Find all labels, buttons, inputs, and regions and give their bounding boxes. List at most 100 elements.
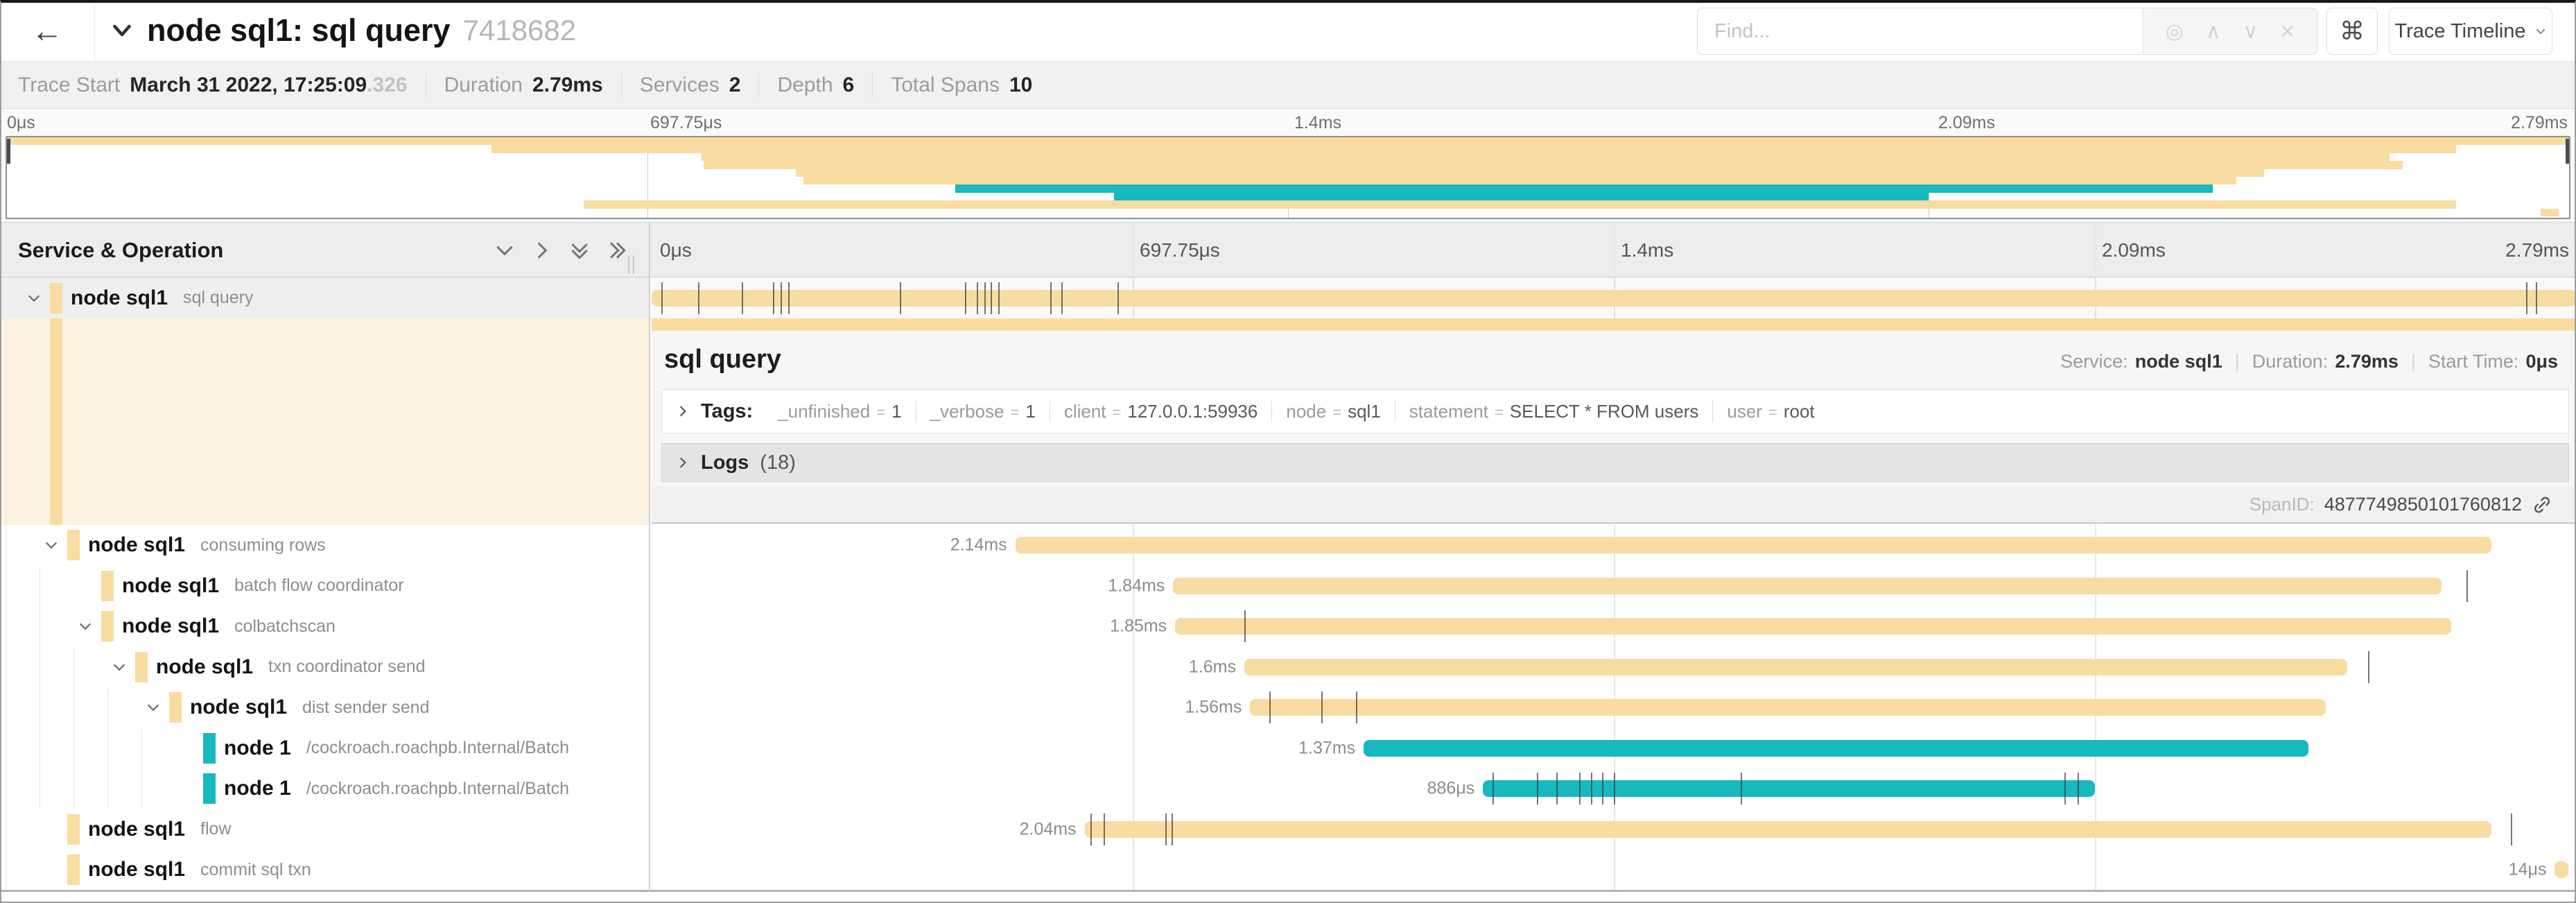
span-duration-label: 14μs [2509,860,2547,880]
find-next-icon[interactable]: ∨ [2243,19,2258,44]
span-tree-row[interactable]: node 1/cockroach.roachpb.Internal/Batch [0,768,649,809]
span-gantt-row[interactable]: 1.6ms [652,647,2576,688]
collapse-all-icon[interactable] [568,239,591,261]
span-tree-row[interactable]: node sql1colbatchscan [0,606,649,647]
trace-view-selector[interactable]: Trace Timeline [2389,8,2552,55]
span-bar[interactable] [2555,861,2568,878]
span-gantt-row[interactable] [652,277,2576,318]
span-bar[interactable] [1483,780,2095,797]
minimap-span [955,184,2213,192]
minimap-scrubber-right-handle[interactable] [2566,139,2569,164]
chevron-down-icon[interactable] [146,700,161,715]
log-marker [2536,282,2537,314]
log-marker [1741,773,1742,805]
chevron-down-icon [2534,25,2547,37]
span-bar[interactable] [1250,699,2326,716]
summary-item: Trace StartMarch 31 2022, 17:25:09.326 [18,74,408,97]
span-gantt-row[interactable]: 1.56ms [652,687,2576,728]
equals-sign: = [1332,404,1341,422]
expand-one-icon[interactable] [531,239,553,261]
span-duration-label: 1.85ms [1110,617,1167,637]
tag-key: statement [1409,401,1488,422]
span-gantt-row[interactable]: 14μs [652,850,2576,891]
span-color-bar [67,854,80,885]
span-bar[interactable] [652,290,2576,307]
span-tree-row[interactable]: node sql1flow [0,809,649,850]
span-name: node sql1sql query [71,277,253,318]
summary-value: 2.79ms [532,74,603,97]
chevron-down-icon[interactable] [26,291,42,306]
indent-guide [141,768,142,809]
back-button[interactable]: ← [0,0,95,61]
span-gantt-row[interactable]: 886μs [652,768,2576,809]
ruler-tick-label: 2.79ms [2505,223,2569,278]
log-marker [1602,773,1603,805]
summary-label: Depth [777,74,833,97]
span-tree-row[interactable]: node sql1consuming rows [0,525,649,566]
span-bar[interactable] [1016,537,2491,553]
chevron-down-icon[interactable] [112,660,127,675]
column-resizer-grip[interactable] [628,256,634,274]
match-target-icon[interactable]: ◎ [2166,19,2184,44]
span-tree-row[interactable]: node sql1txn coordinator send [0,647,649,688]
collapse-one-icon[interactable] [494,239,516,261]
panel-divider[interactable] [649,222,650,892]
span-gantt-row[interactable]: 2.14ms [652,525,2576,566]
chevron-down-icon[interactable] [78,619,93,634]
span-bar[interactable] [1173,578,2441,594]
summary-value: 2 [729,74,741,97]
span-color-bar [67,530,80,560]
span-color-bar [50,283,62,313]
span-bar[interactable] [1364,740,2308,757]
summary-item: Services2 [621,74,741,97]
log-marker [2511,814,2512,845]
summary-item: Duration2.79ms [426,74,603,97]
span-name: node sql1consuming rows [88,525,326,566]
minimap-canvas[interactable] [6,136,2570,219]
find-clear-icon[interactable]: × [2280,17,2295,46]
minimap-tick-label: 1.4ms [1294,113,1341,133]
span-bar[interactable] [1244,659,2347,676]
minimap-tick-label: 2.09ms [1938,113,1995,133]
ruler-tick-label: 697.75μs [1140,223,1220,278]
trace-collapse-chevron-icon[interactable] [110,18,134,43]
span-gantt-row[interactable]: 1.37ms [652,728,2576,769]
find-prev-icon[interactable]: ∧ [2206,19,2221,44]
tag-item: user=root [1712,401,1828,422]
find-input[interactable] [1698,8,2143,54]
summary-value: 10 [1009,74,1032,97]
tag-key: node [1286,401,1326,422]
span-duration-label: 1.56ms [1185,698,1242,718]
span-tree-row[interactable]: node 1/cockroach.roachpb.Internal/Batch [0,728,649,769]
span-gantt-row[interactable]: 1.85ms [652,606,2576,647]
chevron-down-icon[interactable] [44,538,59,553]
span-bar[interactable] [1175,618,2451,635]
summary-value-suffix: .326 [367,74,407,97]
span-tree-row[interactable]: node sql1commit sql txn [0,850,649,891]
span-color-bar [135,652,148,682]
tag-value: 1 [891,401,901,422]
tags-accordion[interactable]: Tags: _unfinished=1_verbose=1client=127.… [661,389,2569,433]
operation-name: colbatchscan [234,617,336,637]
log-marker [991,282,992,314]
ruler-tick-label: 1.4ms [1621,223,1673,278]
span-tree-row[interactable]: node sql1batch flow coordinator [0,566,649,607]
span-gantt-row[interactable]: 2.04ms [652,809,2576,850]
link-icon[interactable] [2532,495,2552,515]
ruler-tick-label: 2.09ms [2102,223,2166,278]
minimap-scrubber-left-handle[interactable] [7,139,10,164]
tag-value: SELECT * FROM users [1510,401,1699,422]
span-bar[interactable] [1085,821,2491,838]
service-operation-header: Service & Operation [18,223,223,278]
service-name: node sql1 [88,858,185,882]
span-tree-row[interactable]: node sql1dist sender send [0,687,649,728]
log-marker [1591,773,1592,805]
minimap-span [803,177,2236,184]
logs-accordion[interactable]: Logs (18) [661,443,2569,482]
expand-all-icon[interactable] [606,239,628,261]
span-gantt-row[interactable]: 1.84ms [652,566,2576,607]
log-marker [998,282,1000,314]
span-tree-row[interactable]: node sql1sql query [0,277,649,318]
indent-guide [73,728,74,769]
keyboard-shortcuts-button[interactable]: ⌘ [2326,8,2378,55]
